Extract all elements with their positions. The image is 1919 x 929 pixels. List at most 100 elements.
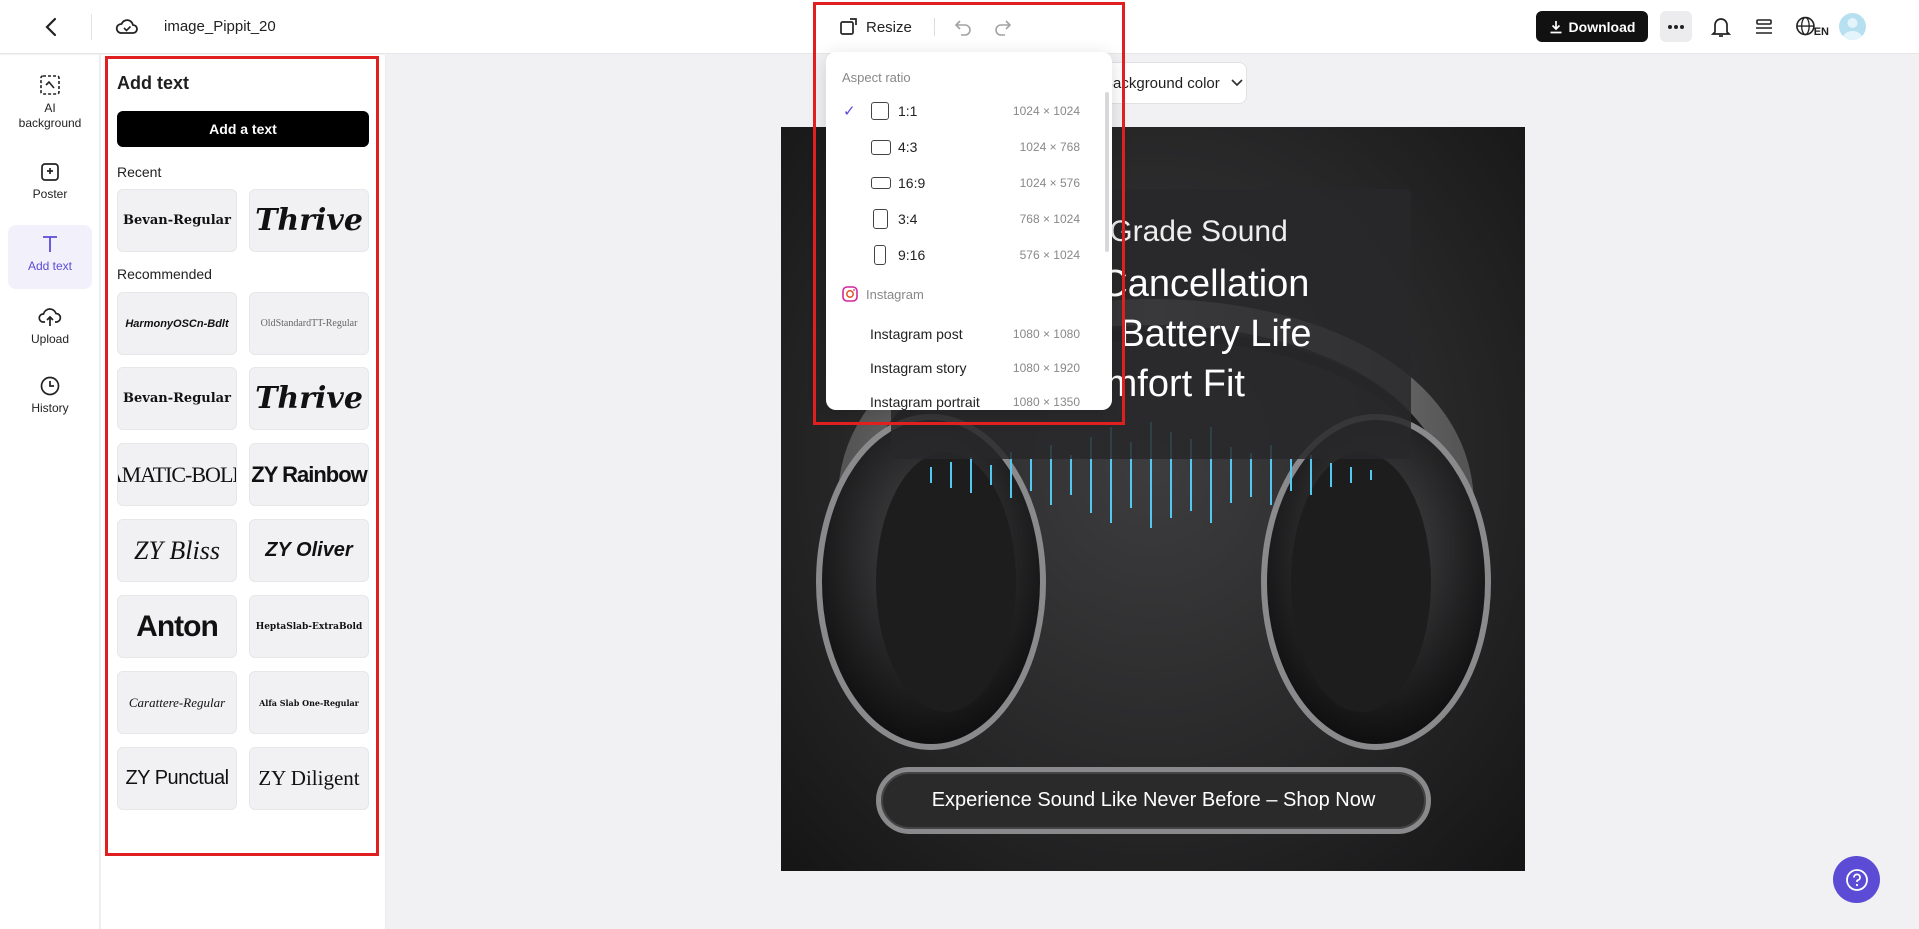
font-card[interactable]: OldStandardTT-Regular [249, 292, 369, 355]
cloud-save-icon[interactable] [114, 14, 140, 40]
instagram-portrait-option[interactable]: Instagram portrait 1080 × 1350 [826, 387, 1096, 410]
ratio-option-16-9[interactable]: 16:9 1024 × 576 [826, 168, 1096, 198]
ai-background-icon [40, 75, 60, 95]
cta-banner[interactable]: Experience Sound Like Never Before – Sho… [876, 767, 1431, 834]
rail-item-poster[interactable]: Poster [8, 153, 92, 213]
instagram-heading: Instagram [842, 286, 924, 302]
panel-title: Add text [117, 73, 189, 93]
size-option-dimensions: 1080 × 1080 [1012, 327, 1080, 341]
chevron-down-icon [1231, 79, 1243, 87]
undo-button[interactable] [949, 13, 977, 41]
instagram-story-option[interactable]: Instagram story 1080 × 1920 [826, 353, 1096, 383]
back-button[interactable] [36, 12, 66, 42]
rail-item-upload[interactable]: Upload [8, 298, 92, 358]
font-card[interactable]: ZY Rainbow [249, 443, 369, 506]
rail-item-ai-background[interactable]: AI background [8, 65, 92, 137]
instagram-label: Instagram [866, 286, 924, 302]
ratio-label: 3:4 [898, 211, 918, 227]
ratio-option-9-16[interactable]: 9:16 576 × 1024 [826, 240, 1096, 270]
text-icon [43, 236, 57, 252]
rail-item-label: Upload [30, 332, 70, 346]
notifications-button[interactable] [1707, 13, 1735, 41]
undo-icon [954, 20, 971, 36]
rail-item-add-text[interactable]: Add text [8, 225, 92, 289]
toolbar: Resize [830, 12, 1017, 42]
divider [933, 18, 935, 36]
size-option-label: Instagram story [870, 360, 967, 376]
ratio-label: 1:1 [898, 103, 918, 119]
font-card[interactable]: AMATIC-BOLD [117, 443, 237, 506]
resize-button[interactable]: Resize [830, 17, 920, 37]
upload-icon [38, 308, 62, 326]
portrait-ratio-icon [873, 209, 888, 229]
rail-item-label: Add text [27, 259, 73, 273]
top-bar: image_Pippit_20 Resize Download EN [0, 0, 1919, 54]
rail-item-label: History [31, 401, 69, 415]
ratio-label: 9:16 [898, 247, 926, 263]
ratio-size: 1024 × 1024 [1012, 104, 1080, 118]
more-options-button[interactable] [1660, 11, 1692, 42]
tall-ratio-icon [874, 245, 886, 265]
font-card[interactable]: Carattere-Regular [117, 671, 237, 734]
rail-item-label: AI background [18, 101, 82, 130]
ratio-option-4-3[interactable]: 4:3 1024 × 768 [826, 132, 1096, 162]
divider [91, 14, 92, 40]
ratio-option-3-4[interactable]: 3:4 768 × 1024 [826, 204, 1096, 234]
help-button[interactable] [1833, 856, 1880, 903]
language-label: EN [1813, 26, 1829, 38]
rail-item-label: Poster [32, 187, 68, 201]
question-mark-icon [1845, 868, 1868, 891]
resize-dropdown: Aspect ratio ✓ 1:1 1024 × 1024 4:3 1024 … [826, 52, 1112, 410]
font-card[interactable]: ZY Oliver [249, 519, 369, 582]
redo-icon [995, 20, 1011, 36]
add-text-panel: Add text Add a text Recent Bevan-Regular… [101, 55, 386, 929]
project-name[interactable]: image_Pippit_20 [164, 18, 276, 35]
size-option-label: Instagram portrait [870, 394, 980, 410]
size-option-dimensions: 1080 × 1350 [1012, 395, 1080, 409]
add-a-text-button[interactable]: Add a text [117, 111, 369, 147]
font-card[interactable]: Bevan-Regular [117, 189, 237, 252]
font-card[interactable]: Anton [117, 595, 237, 658]
font-card[interactable]: HeptaSlab-ExtraBold [249, 595, 369, 658]
layers-button[interactable] [1750, 13, 1778, 41]
font-card[interactable]: ZY Diligent [249, 747, 369, 810]
recommended-label: Recommended [117, 266, 212, 282]
redo-button[interactable] [989, 13, 1017, 41]
layers-icon [1756, 19, 1772, 34]
font-card[interactable]: ZY Bliss [117, 519, 237, 582]
font-card[interactable]: Thrive [249, 189, 369, 252]
square-ratio-icon [871, 102, 889, 120]
menu-scrollbar[interactable] [1105, 92, 1109, 252]
ratio-size: 1024 × 768 [1019, 140, 1080, 154]
download-button[interactable]: Download [1536, 11, 1648, 42]
ratio-size: 1024 × 576 [1019, 176, 1080, 190]
instagram-icon [842, 286, 858, 302]
instagram-post-option[interactable]: Instagram post 1080 × 1080 [826, 319, 1096, 349]
font-card[interactable]: HarmonyOSCn-Bdlt [117, 292, 237, 355]
font-card[interactable]: Alfa Slab One-Regular [249, 671, 369, 734]
user-icon [1842, 18, 1863, 40]
size-option-label: Instagram post [870, 326, 963, 342]
resize-icon [840, 18, 857, 35]
ratio-label: 4:3 [898, 139, 918, 155]
recent-label: Recent [117, 164, 162, 180]
more-icon [1668, 24, 1684, 29]
font-card[interactable]: Bevan-Regular [117, 367, 237, 430]
download-label: Download [1568, 18, 1636, 35]
check-icon: ✓ [843, 103, 856, 120]
history-icon [40, 376, 60, 396]
avatar[interactable] [1839, 13, 1866, 40]
bell-icon [1711, 18, 1731, 37]
ratio-label: 16:9 [898, 175, 926, 191]
ratio-size: 768 × 1024 [1019, 212, 1080, 226]
chevron-left-icon [45, 17, 57, 37]
ratio-option-1-1[interactable]: ✓ 1:1 1024 × 1024 [826, 96, 1096, 126]
ratio-size: 576 × 1024 [1019, 248, 1080, 262]
language-button[interactable]: EN [1795, 12, 1829, 42]
poster-icon [41, 163, 59, 181]
size-option-dimensions: 1080 × 1920 [1012, 361, 1080, 375]
font-card[interactable]: ZY Punctual [117, 747, 237, 810]
rail-item-history[interactable]: History [8, 367, 92, 427]
font-card[interactable]: Thrive [249, 367, 369, 430]
resize-label: Resize [866, 18, 912, 36]
